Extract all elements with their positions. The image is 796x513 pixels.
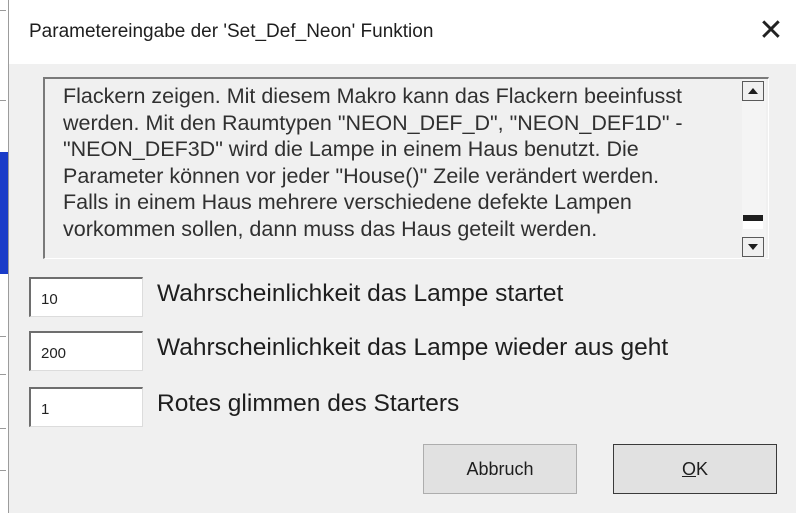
arrow-up-icon	[748, 88, 758, 94]
background-tick	[0, 336, 6, 337]
starter-glow-label: Rotes glimmen des Starters	[157, 390, 460, 417]
scroll-down-button[interactable]	[742, 237, 764, 257]
background-window-edge	[0, 0, 8, 513]
param-row-off-probability: Wahrscheinlichkeit das Lampe wieder aus …	[29, 331, 769, 373]
description-line: Parameter können vor jeder "House()" Zei…	[63, 163, 660, 188]
scrollbar-thumb[interactable]	[743, 215, 763, 229]
background-tick	[0, 470, 6, 471]
start-probability-label: Wahrscheinlichkeit das Lampe startet	[157, 280, 564, 307]
arrow-down-icon	[748, 244, 758, 250]
close-icon: ✕	[758, 14, 784, 47]
background-tick	[0, 100, 6, 101]
off-probability-label: Wahrscheinlichkeit das Lampe wieder aus …	[157, 334, 669, 361]
description-textbox[interactable]: Flackern zeigen. Mit diesem Makro kann d…	[43, 77, 769, 259]
description-text: Flackern zeigen. Mit diesem Makro kann d…	[63, 83, 725, 253]
description-line: "NEON_DEF3D" wird die Lampe in einem Hau…	[63, 137, 639, 161]
background-selection	[0, 152, 8, 274]
param-row-starter-glow: Rotes glimmen des Starters	[29, 387, 769, 429]
background-tick	[0, 428, 6, 429]
parameter-dialog: Parametereingabe der 'Set_Def_Neon' Funk…	[8, 0, 796, 513]
off-probability-input[interactable]	[29, 331, 143, 371]
starter-glow-input[interactable]	[29, 387, 143, 427]
param-row-start-probability: Wahrscheinlichkeit das Lampe startet	[29, 277, 769, 319]
vertical-scrollbar[interactable]	[742, 79, 766, 259]
scroll-up-button[interactable]	[742, 81, 764, 101]
start-probability-input[interactable]	[29, 277, 143, 317]
description-line: Falls in einem Haus mehrere verschiedene…	[63, 190, 632, 214]
background-tick	[0, 10, 6, 11]
ok-label-rest: K	[696, 458, 709, 479]
title-bar[interactable]: Parametereingabe der 'Set_Def_Neon' Funk…	[9, 0, 796, 64]
ok-accelerator: O	[681, 458, 696, 479]
description-line: Flackern zeigen. Mit diesem Makro kann d…	[63, 84, 682, 108]
cancel-button[interactable]: Abbruch	[423, 444, 577, 494]
ok-button[interactable]: OK	[613, 444, 777, 494]
description-line: werden. Mit den Raumtypen "NEON_DEF_D", …	[63, 110, 683, 135]
description-line: vorkommen sollen, dann muss das Haus get…	[63, 216, 598, 241]
background-tick	[0, 374, 6, 375]
close-button[interactable]: ✕	[752, 12, 790, 50]
dialog-title: Parametereingabe der 'Set_Def_Neon' Funk…	[29, 21, 434, 42]
